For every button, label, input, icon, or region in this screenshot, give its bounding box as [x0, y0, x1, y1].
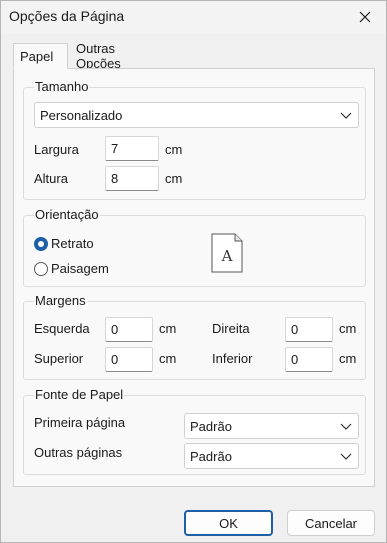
portrait-page-icon: A	[211, 233, 243, 273]
primeira-pagina-select[interactable]: Padrão	[184, 413, 359, 439]
direita-label: Direita	[212, 321, 250, 336]
altura-input[interactable]: 8	[105, 166, 159, 191]
esquerda-input[interactable]: 0	[105, 317, 153, 342]
outras-paginas-label: Outras páginas	[34, 445, 123, 460]
inferior-value: 0	[291, 352, 299, 367]
direita-value: 0	[291, 322, 299, 337]
largura-input[interactable]: 7	[105, 136, 159, 161]
ok-button[interactable]: OK	[184, 510, 273, 536]
esquerda-value: 0	[111, 322, 119, 337]
cancel-button[interactable]: Cancelar	[287, 510, 375, 536]
portrait-page-letter: A	[221, 247, 233, 265]
superior-input[interactable]: 0	[105, 347, 153, 372]
primeira-pagina-value: Padrão	[190, 418, 232, 434]
chevron-down-icon	[340, 423, 352, 430]
inferior-unit: cm	[339, 351, 357, 366]
largura-label: Largura	[34, 142, 79, 157]
superior-unit: cm	[159, 351, 177, 366]
page-options-dialog: Opções da Página Papel Outras Opções Tam…	[0, 0, 387, 543]
orientacao-group: Orientação Retrato Paisagem A	[23, 207, 366, 287]
retrato-radio[interactable]	[34, 237, 48, 251]
size-preset-value: Personalizado	[40, 107, 123, 123]
title-bar: Opções da Página	[1, 1, 386, 34]
cancel-button-label: Cancelar	[304, 515, 358, 531]
chevron-down-icon	[340, 112, 352, 119]
tab-outras-opcoes[interactable]: Outras Opções	[69, 40, 128, 71]
fonte-de-papel-group: Fonte de Papel Primeira página Padrão Ou…	[23, 387, 366, 475]
orientacao-group-title: Orientação	[34, 207, 100, 222]
inferior-input[interactable]: 0	[285, 347, 333, 372]
esquerda-unit: cm	[159, 321, 177, 336]
tab-papel-label: Papel	[20, 48, 54, 64]
outras-paginas-value: Padrão	[190, 448, 232, 464]
inferior-label: Inferior	[212, 351, 253, 366]
size-preset-select[interactable]: Personalizado	[34, 102, 359, 128]
paisagem-radio[interactable]	[34, 262, 48, 276]
ok-button-label: OK	[219, 515, 238, 531]
outras-paginas-select[interactable]: Padrão	[184, 443, 359, 469]
altura-unit: cm	[165, 171, 183, 186]
tamanho-group-title: Tamanho	[34, 79, 90, 94]
retrato-label[interactable]: Retrato	[51, 236, 94, 251]
superior-value: 0	[111, 352, 119, 367]
close-button[interactable]	[350, 3, 380, 31]
primeira-pagina-label: Primeira página	[34, 415, 126, 430]
fonte-de-papel-group-title: Fonte de Papel	[34, 387, 125, 402]
paisagem-label[interactable]: Paisagem	[51, 261, 109, 276]
tamanho-group: Tamanho Personalizado Largura 7 cm Altur…	[23, 79, 366, 200]
tab-outras-opcoes-label: Outras Opções	[76, 40, 121, 71]
direita-input[interactable]: 0	[285, 317, 333, 342]
direita-unit: cm	[339, 321, 357, 336]
superior-label: Superior	[34, 351, 84, 366]
chevron-down-icon	[340, 453, 352, 460]
papel-tab-panel: Tamanho Personalizado Largura 7 cm Altur…	[13, 68, 375, 487]
esquerda-label: Esquerda	[34, 321, 90, 336]
margens-group-title: Margens	[34, 293, 87, 308]
altura-label: Altura	[34, 171, 68, 186]
tab-papel[interactable]: Papel	[13, 43, 68, 69]
margens-group: Margens Esquerda 0 cm Direita 0 cm Super…	[23, 293, 366, 380]
largura-unit: cm	[165, 142, 183, 157]
close-icon	[359, 11, 371, 23]
largura-value: 7	[111, 141, 119, 156]
dialog-title: Opções da Página	[9, 8, 125, 24]
altura-value: 8	[111, 171, 119, 186]
